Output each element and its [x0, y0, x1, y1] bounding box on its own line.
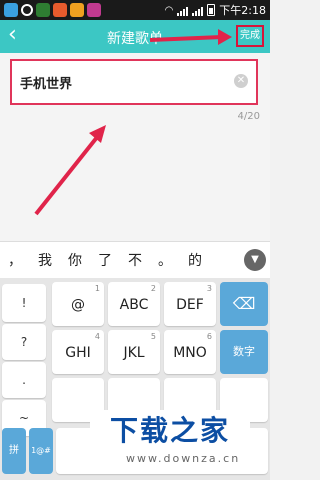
symbol-key[interactable]: !	[2, 284, 46, 322]
content-area: 手机世界 ✕ 4/20	[0, 53, 270, 241]
key-number: 5	[150, 332, 156, 341]
char-counter: 4/20	[237, 111, 260, 122]
symbol-key[interactable]: .	[2, 362, 46, 398]
title-bar: ‹ 新建歌单 完成	[0, 20, 270, 53]
candidate-item[interactable]: 你	[60, 250, 90, 270]
sync-icon	[21, 4, 33, 16]
key-label: @	[71, 297, 85, 313]
key-label: DEF	[176, 297, 204, 313]
symbol-key[interactable]: ?	[2, 324, 46, 360]
candidate-bar: ， 我 你 了 不 。 的 ▼	[0, 241, 270, 279]
app-icon	[70, 3, 84, 17]
candidate-item[interactable]: 的	[180, 250, 210, 270]
playlist-name-input[interactable]: 手机世界 ✕	[10, 59, 258, 105]
key-label: ABC	[119, 297, 149, 313]
key-number: 3	[206, 284, 212, 293]
app-icon	[36, 3, 50, 17]
pinyin-key[interactable]: 拼	[2, 428, 26, 474]
candidate-item[interactable]: 不	[120, 250, 150, 270]
clock: 下午2:18	[219, 4, 266, 17]
done-button[interactable]: 完成	[236, 25, 264, 47]
watermark-logo: 下载之家	[90, 410, 250, 452]
watermark-url: www.downza.cn	[126, 452, 241, 465]
signal-icon	[192, 5, 204, 16]
numbers-key[interactable]: 数字	[220, 330, 268, 374]
candidate-item[interactable]: ，	[0, 250, 30, 270]
notification-icons	[0, 3, 101, 17]
key-label: GHI	[65, 345, 91, 361]
input-value: 手机世界	[20, 77, 73, 92]
app-icon	[53, 3, 67, 17]
key-number: 1	[94, 284, 100, 293]
status-bar: ◠ 下午2:18	[0, 0, 270, 20]
clear-icon[interactable]: ✕	[234, 74, 248, 88]
battery-icon	[207, 4, 216, 16]
app-icon	[87, 3, 101, 17]
key-2[interactable]: 2 ABC	[108, 282, 160, 326]
key-number: 6	[206, 332, 212, 341]
mode-key[interactable]: 1@#	[29, 428, 53, 474]
key-label: JKL	[123, 345, 145, 361]
candidate-item[interactable]: 我	[30, 250, 60, 270]
key-number: 2	[150, 284, 156, 293]
signal-icon	[177, 5, 189, 16]
wifi-icon: ◠	[164, 4, 174, 16]
key-1[interactable]: 1 @	[52, 282, 104, 326]
expand-candidates-icon[interactable]: ▼	[244, 249, 266, 271]
delete-key[interactable]: ⌫	[220, 282, 268, 326]
key-3[interactable]: 3 DEF	[164, 282, 216, 326]
key-4[interactable]: 4 GHI	[52, 330, 104, 374]
key-label: MNO	[173, 345, 207, 361]
key-5[interactable]: 5 JKL	[108, 330, 160, 374]
key-6[interactable]: 6 MNO	[164, 330, 216, 374]
page-title: 新建歌单	[107, 31, 163, 47]
candidate-item[interactable]: 。	[150, 250, 180, 270]
key-number: 4	[94, 332, 100, 341]
candidate-item[interactable]: 了	[90, 250, 120, 270]
app-icon	[4, 3, 18, 17]
